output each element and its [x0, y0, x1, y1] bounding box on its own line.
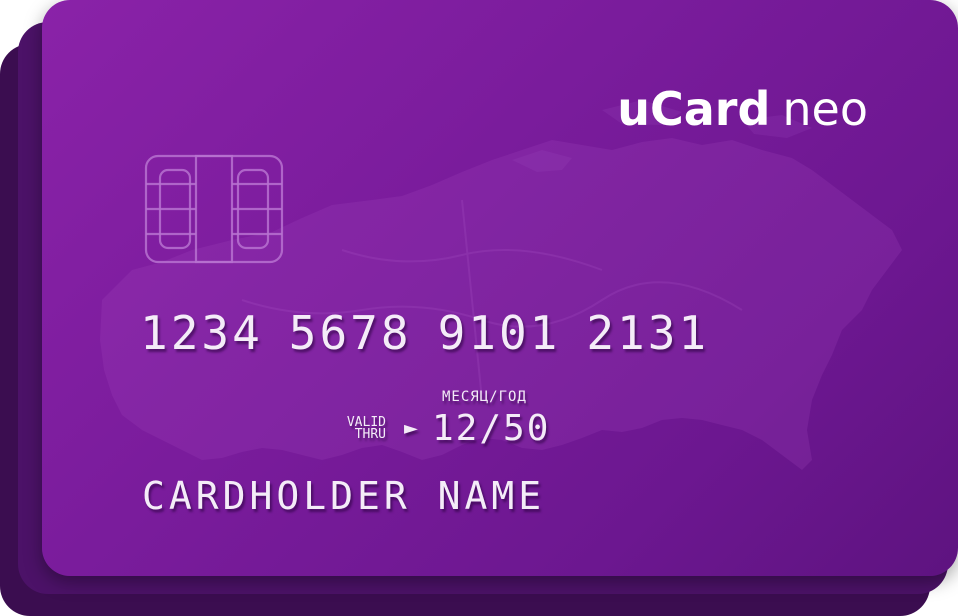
thru-label: THRU — [354, 427, 386, 442]
card-number-group-4: 2131 — [586, 306, 710, 360]
card-stage: uCard neo 1234 5678 9101 2131 МЕСЯЦ/ГОД VALI… — [0, 0, 958, 616]
card-number: 1234 5678 9101 2131 — [140, 306, 735, 360]
credit-card: uCard neo 1234 5678 9101 2131 МЕСЯЦ/ГОД VALI… — [42, 0, 958, 576]
brand-secondary: neo — [782, 82, 868, 136]
valid-thru-label: VALID THRU — [336, 416, 386, 442]
chip-icon — [144, 154, 284, 264]
card-number-group-1: 1234 — [140, 306, 263, 360]
month-year-label: МЕСЯЦ/ГОД — [442, 389, 527, 405]
brand-logo: uCard neo — [617, 82, 868, 136]
card-number-group-3: 9101 — [437, 306, 561, 360]
card-number-group-2: 5678 — [288, 306, 412, 360]
brand-primary: uCard — [617, 82, 771, 136]
expiry-date: 12/50 — [432, 408, 551, 449]
arrow-right-icon: ► — [404, 418, 418, 439]
cardholder-name: CARDHOLDER NAME — [142, 474, 546, 518]
